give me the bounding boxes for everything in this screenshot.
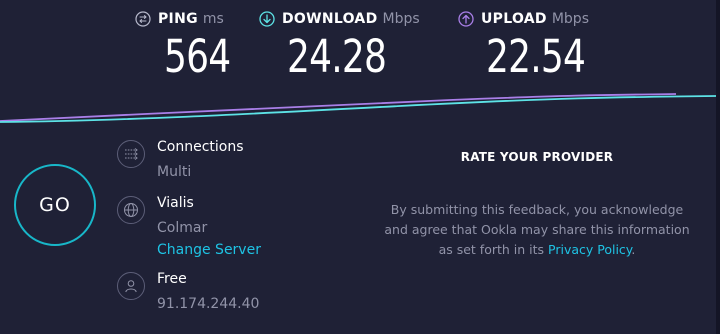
ping-label: PING — [158, 11, 198, 27]
upload-unit: Mbps — [551, 11, 589, 27]
server-name: Vialis — [157, 195, 194, 211]
privacy-policy-link[interactable]: Privacy Policy — [548, 242, 631, 257]
change-server-link[interactable]: Change Server — [157, 242, 261, 258]
download-unit: Mbps — [382, 11, 420, 27]
ip-address: 91.174.244.40 — [157, 296, 260, 312]
ping-header: PING ms — [135, 8, 224, 30]
upload-arrow-icon — [458, 11, 474, 27]
feedback-disclaimer: By submitting this feedback, you acknowl… — [380, 200, 694, 260]
ping-icon — [135, 11, 151, 27]
upload-header: UPLOAD Mbps — [458, 8, 589, 30]
isp-name: Free — [157, 271, 187, 287]
feedback-disclaimer-text: By submitting this feedback, you acknowl… — [384, 202, 690, 257]
connections-label: Connections — [157, 139, 244, 155]
upload-metric: UPLOAD Mbps 22.54 — [458, 8, 589, 83]
feedback-disclaimer-end: . — [631, 242, 636, 257]
ping-unit: ms — [202, 11, 224, 27]
download-graph-line — [0, 95, 716, 123]
speed-graph — [0, 93, 716, 123]
connections-icon — [117, 140, 145, 168]
ping-metric: PING ms 564 — [135, 8, 231, 83]
speedtest-app: PING ms 564 DOWNLOAD Mbps 24.28 UPLOAD M… — [0, 0, 720, 334]
download-metric: DOWNLOAD Mbps 24.28 — [259, 8, 420, 83]
globe-icon — [117, 196, 145, 224]
download-header: DOWNLOAD Mbps — [259, 8, 420, 30]
results-panel: PING ms 564 DOWNLOAD Mbps 24.28 UPLOAD M… — [0, 0, 716, 334]
person-icon — [117, 272, 145, 300]
go-button[interactable]: GO — [14, 164, 96, 246]
rate-provider-title: RATE YOUR PROVIDER — [460, 150, 614, 164]
connections-value: Multi — [157, 164, 192, 180]
download-value: 24.28 — [287, 30, 387, 83]
server-location: Colmar — [157, 220, 208, 236]
upload-value: 22.54 — [486, 30, 586, 83]
ping-value: 564 — [164, 30, 231, 83]
download-arrow-icon — [259, 11, 275, 27]
download-label: DOWNLOAD — [282, 11, 378, 27]
upload-label: UPLOAD — [481, 11, 547, 27]
